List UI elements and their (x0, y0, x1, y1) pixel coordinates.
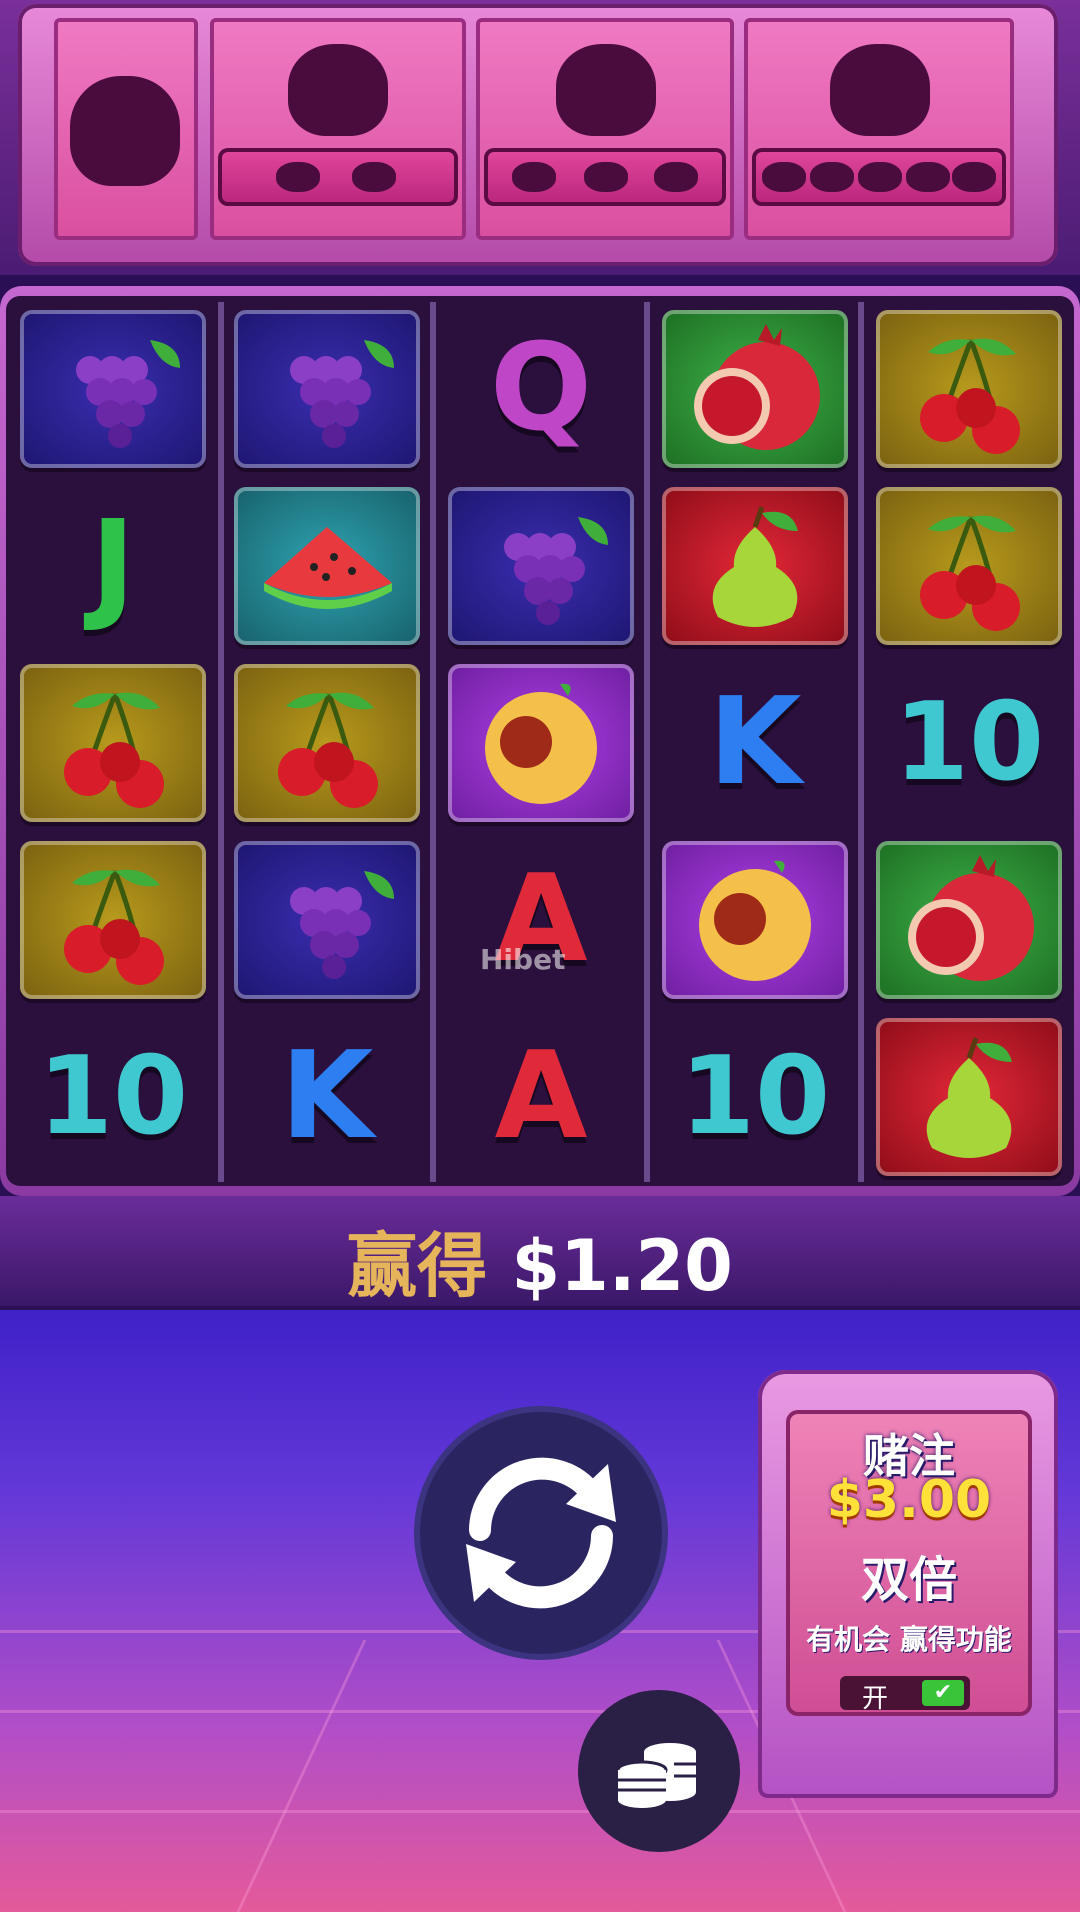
coins-icon (616, 1743, 696, 1808)
mini-symbol (584, 162, 628, 192)
symbol-peach (662, 841, 848, 999)
symbol-pear (876, 1018, 1062, 1176)
pomegranate-icon (908, 855, 1034, 981)
symbol-k: K (708, 673, 802, 812)
peach-icon (699, 860, 811, 981)
reel-divider (218, 302, 224, 1182)
checkmark-icon: ✔ (922, 1680, 964, 1706)
chance-to-win-label: 有机会 赢得功能 (806, 1623, 1012, 1656)
multiplier-pill (752, 148, 1006, 206)
symbol-cherry (20, 664, 206, 822)
mini-symbol (810, 162, 854, 192)
symbol-pomegranate (876, 841, 1062, 999)
peach-icon (485, 683, 597, 804)
symbol-silhouette (70, 76, 180, 186)
grapes-icon (504, 517, 608, 625)
cherry-icon (920, 515, 1020, 631)
multiplier-pill (218, 148, 458, 206)
bet-amount: $3.00 (826, 1470, 992, 1530)
mini-symbol (762, 162, 806, 192)
symbol-cherry (234, 664, 420, 822)
watermelon-icon (264, 527, 392, 609)
grapes-icon (290, 340, 394, 448)
cherry-icon (64, 692, 164, 808)
bet-coins-button[interactable] (578, 1690, 740, 1852)
reel-divider (644, 302, 650, 1182)
multiplier-frame (18, 4, 1058, 266)
reel-divider (430, 302, 436, 1182)
symbol-silhouette (830, 44, 930, 136)
spin-button[interactable] (420, 1412, 662, 1654)
grapes-icon (290, 871, 394, 979)
symbol-10: 10 (37, 1034, 189, 1159)
win-amount: $1.20 (511, 1225, 733, 1307)
mini-symbol (276, 162, 320, 192)
symbol-pear (662, 487, 848, 645)
symbol-a: A (494, 1027, 588, 1166)
mini-symbol (952, 162, 996, 192)
symbol-10: 10 (679, 1034, 831, 1159)
double-chance-label: 双倍 (860, 1552, 957, 1608)
symbol-grapes (448, 487, 634, 645)
symbol-peach (448, 664, 634, 822)
mini-symbol (654, 162, 698, 192)
win-display: 赢得 $1.20 (0, 1210, 1080, 1311)
mini-symbol (512, 162, 556, 192)
toggle-on-label: 开 (862, 1684, 889, 1714)
pear-icon (712, 506, 798, 627)
symbol-q: Q (489, 319, 592, 458)
cherry-icon (64, 869, 164, 985)
cherry-icon (920, 338, 1020, 454)
symbol-10: 10 (893, 680, 1045, 805)
mini-symbol (352, 162, 396, 192)
symbol-silhouette (288, 44, 388, 136)
multiplier-pill (484, 148, 726, 206)
symbol-watermelon (234, 487, 420, 645)
symbol-silhouette (556, 44, 656, 136)
watermark: Hibet (480, 943, 566, 976)
multiplier-slot-3 (476, 18, 734, 240)
mini-symbol (858, 162, 902, 192)
symbol-k: K (280, 1027, 374, 1166)
cherry-icon (278, 692, 378, 808)
multiplier-slot-1 (54, 18, 198, 240)
pomegranate-icon (694, 324, 820, 450)
reel-divider (858, 302, 864, 1182)
symbol-grapes (234, 841, 420, 999)
symbol-grapes (20, 310, 206, 468)
win-label: 赢得 (347, 1225, 488, 1307)
symbol-cherry (876, 487, 1062, 645)
symbol-cherry (876, 310, 1062, 468)
multiplier-slot-2 (210, 18, 466, 240)
symbol-grapes (234, 310, 420, 468)
pear-icon (926, 1037, 1012, 1158)
symbol-cherry (20, 841, 206, 999)
multiplier-slot-4 (744, 18, 1014, 240)
symbol-j: J (90, 496, 136, 635)
refresh-icon (466, 1457, 616, 1609)
grapes-icon (76, 340, 180, 448)
mini-symbol (906, 162, 950, 192)
symbol-pomegranate (662, 310, 848, 468)
